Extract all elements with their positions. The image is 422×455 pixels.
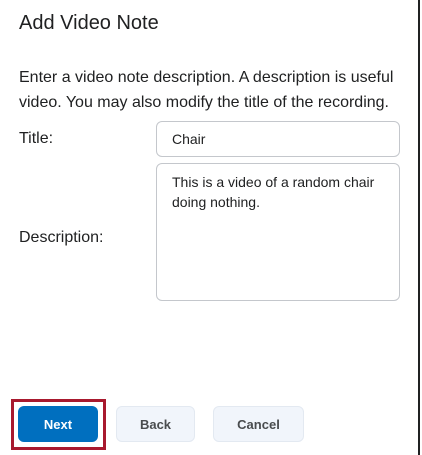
description-label: Description: (19, 229, 104, 246)
title-input[interactable] (156, 121, 400, 157)
instructions-line-1: Enter a video note description. A descri… (19, 69, 394, 86)
description-textarea[interactable]: This is a video of a random chair doing … (156, 163, 400, 301)
next-button[interactable]: Next (18, 406, 98, 442)
title-label: Title: (19, 130, 54, 147)
back-button[interactable]: Back (116, 406, 195, 442)
instructions-line-2: video. You may also modify the title of … (19, 94, 389, 111)
cancel-button[interactable]: Cancel (213, 406, 304, 442)
dialog-title: Add Video Note (19, 12, 159, 34)
dialog-instructions: Enter a video note description. A descri… (19, 65, 418, 115)
add-video-note-dialog: Add Video Note Enter a video note descri… (0, 0, 420, 455)
